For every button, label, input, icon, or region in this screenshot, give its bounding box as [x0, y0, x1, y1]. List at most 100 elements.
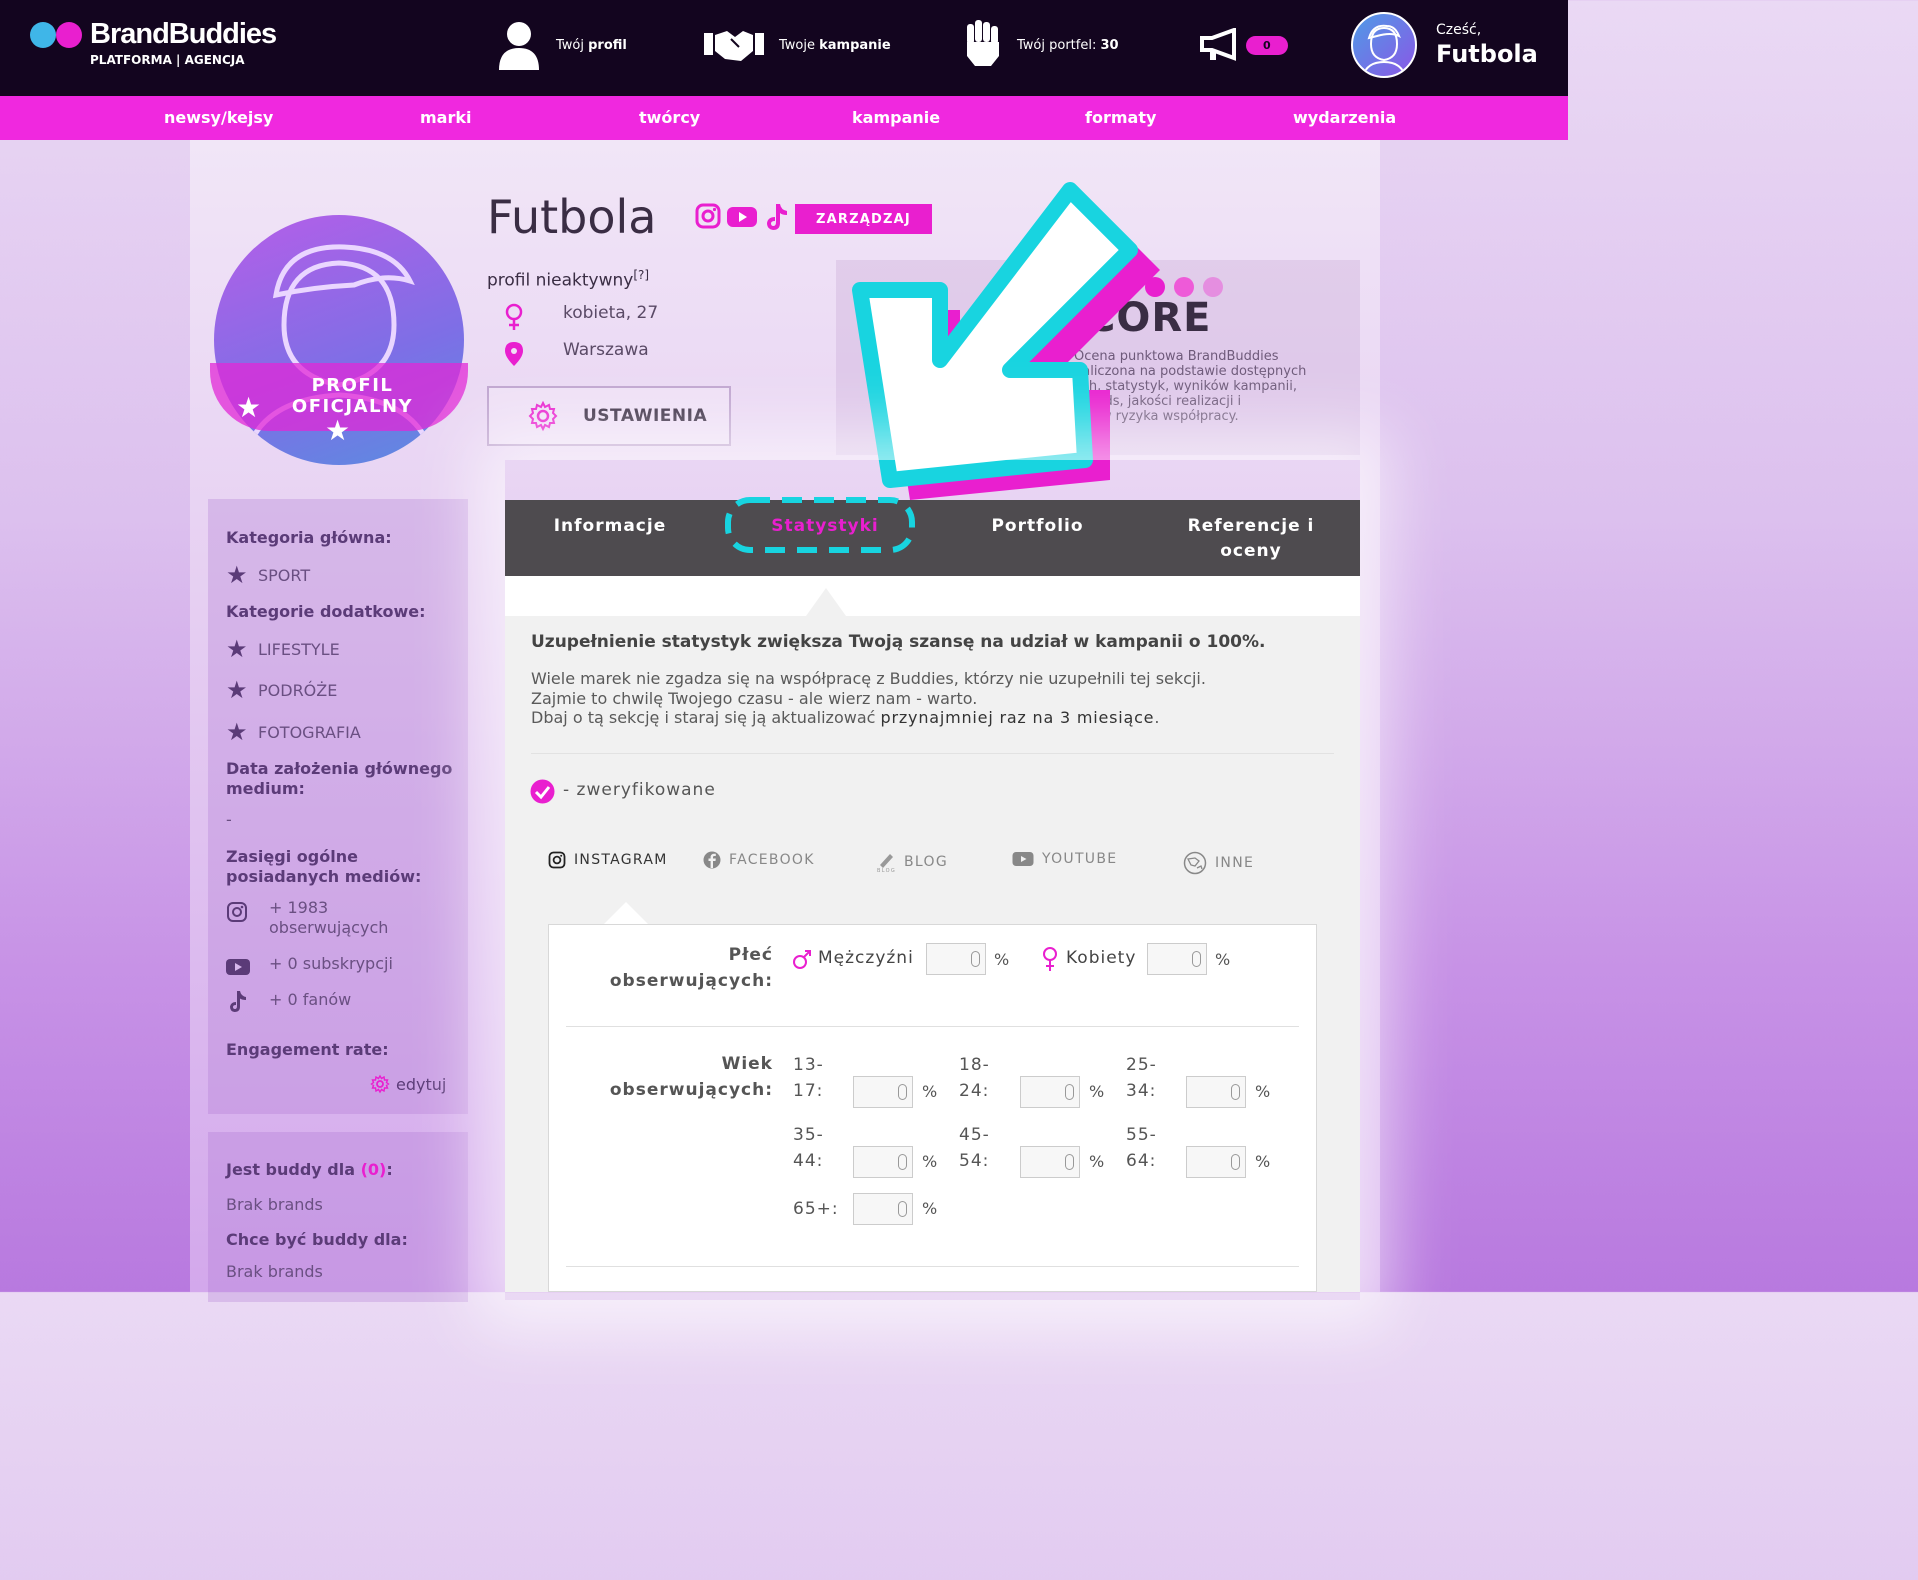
stats-line-1: Wiele marek nie zgadza się na współpracę… — [531, 669, 1206, 688]
handshake-icon — [704, 31, 764, 61]
highlight-outline — [725, 497, 915, 553]
your-profile-label: Twój profil — [556, 37, 627, 53]
top-header: BrandBuddies PLATFORMA | AGENCJA Twój pr… — [0, 0, 1568, 96]
facebook-icon — [703, 851, 721, 869]
star-icon: ★ — [226, 718, 248, 746]
extra-category: ★ PODRÓŻE — [226, 676, 338, 704]
buddy-for-label: Jest buddy dla (0): — [226, 1160, 393, 1179]
men-percent-input[interactable] — [926, 943, 986, 975]
fist-icon — [967, 20, 999, 66]
stats-line-2: Zajmie to chwilę Twojego czasu - ale wie… — [531, 689, 978, 708]
brand-subtitle: PLATFORMA | AGENCJA — [90, 53, 245, 67]
media-tab-facebook[interactable]: FACEBOOK — [703, 851, 815, 869]
age-25-34-input[interactable] — [1186, 1076, 1246, 1108]
age-65-plus-input[interactable] — [853, 1193, 913, 1225]
city: Warszawa — [563, 340, 649, 360]
nav-formats[interactable]: formaty — [1085, 108, 1156, 127]
divider — [566, 1026, 1299, 1027]
want-buddy-label: Chce być buddy dla: — [226, 1230, 408, 1249]
reach-instagram: + 1983 obserwujących — [269, 898, 389, 937]
social-icons — [694, 202, 790, 232]
nav-creators[interactable]: twórcy — [639, 108, 700, 127]
nav-news[interactable]: newsy/kejsy — [164, 108, 273, 127]
blog-icon: BLOG — [877, 854, 896, 873]
username[interactable]: Futbola — [1436, 40, 1538, 68]
content-top — [505, 576, 1360, 616]
percent-sign: % — [922, 1199, 938, 1218]
edit-engagement-link[interactable]: edytuj — [370, 1074, 446, 1094]
instagram-icon[interactable] — [694, 202, 722, 230]
percent-sign: % — [1215, 950, 1231, 969]
star-icon: ★ — [226, 561, 248, 589]
your-campaigns-label: Twoje kampanie — [779, 37, 891, 53]
check-circle-icon — [530, 779, 555, 804]
gear-icon — [370, 1074, 390, 1094]
reach-youtube: + 0 subskrypcji — [269, 954, 393, 973]
women-percent-input[interactable] — [1147, 943, 1207, 975]
age-range-label: 13- 17: — [793, 1055, 824, 1101]
stats-headline: Uzupełnienie statystyk zwiększa Twoją sz… — [531, 632, 1266, 652]
nav-events[interactable]: wydarzenia — [1293, 108, 1396, 127]
media-tab-other[interactable]: INNE — [1183, 851, 1254, 875]
main-category-label: Kategoria główna: — [226, 528, 392, 547]
age-45-54-input[interactable] — [1020, 1146, 1080, 1178]
age-label: Wiek obserwujących: — [609, 1054, 773, 1100]
gear-icon — [528, 400, 558, 432]
percent-sign: % — [1255, 1082, 1271, 1101]
reach-tiktok: + 0 fanów — [269, 990, 352, 1009]
star-icon: ★ — [226, 676, 248, 704]
status-help-link[interactable]: [?] — [633, 268, 649, 282]
wallet-label: Twój portfel: 30 — [1017, 37, 1119, 53]
female-icon — [505, 303, 523, 330]
age-range-label: 45- 54: — [959, 1125, 990, 1171]
age-range-label: 25- 34: — [1126, 1055, 1157, 1101]
youtube-icon — [226, 959, 250, 975]
media-tab-instagram[interactable]: INSTAGRAM — [548, 851, 668, 869]
tiktok-icon — [230, 991, 246, 1012]
user-icon — [499, 22, 539, 70]
buddy-for-value: Brak brands — [226, 1195, 323, 1214]
extra-category: ★ FOTOGRAFIA — [226, 718, 361, 746]
tab-references[interactable]: Referencje i oceny — [1175, 514, 1327, 564]
location-pin-icon — [505, 342, 523, 366]
youtube-icon[interactable] — [726, 202, 758, 230]
female-icon — [1043, 947, 1057, 971]
media-tab-blog[interactable]: BLOG BLOG — [876, 851, 948, 873]
gender-age: kobieta, 27 — [563, 303, 659, 323]
age-55-64-input[interactable] — [1186, 1146, 1246, 1178]
nav-your-profile[interactable]: Twój profil — [496, 20, 627, 70]
age-range-label: 35- 44: — [793, 1125, 824, 1171]
stats-line-3: Dbaj o tą sekcję i staraj się ją aktuali… — [531, 708, 1160, 727]
notifications-button[interactable]: 0 — [1200, 20, 1288, 70]
tab-portfolio[interactable]: Portfolio — [970, 514, 1105, 539]
age-18-24-input[interactable] — [1020, 1076, 1080, 1108]
percent-sign: % — [994, 950, 1010, 969]
arrow-pointer-icon — [852, 182, 1160, 500]
gender-label: Płeć obserwujących: — [609, 945, 773, 991]
main-nav: newsy/kejsy marki twórcy kampanie format… — [0, 96, 1568, 140]
svg-text:BLOG: BLOG — [877, 868, 896, 873]
reach-label: Zasięgi ogólne posiadanych mediów: — [226, 847, 422, 886]
nav-your-wallet[interactable]: Twój portfel: 30 — [965, 20, 1119, 70]
age-13-17-input[interactable] — [853, 1076, 913, 1108]
tab-information[interactable]: Informacje — [545, 514, 675, 539]
divider — [566, 1266, 1299, 1267]
percent-sign: % — [1089, 1082, 1105, 1101]
nav-your-campaigns[interactable]: Twoje kampanie — [703, 20, 891, 70]
greeting: Cześć, — [1436, 22, 1482, 38]
percent-sign: % — [922, 1152, 938, 1171]
nav-brands[interactable]: marki — [420, 108, 471, 127]
star-icon: ★ — [236, 391, 262, 424]
nav-campaigns[interactable]: kampanie — [852, 108, 940, 127]
user-avatar[interactable] — [1351, 12, 1417, 78]
age-35-44-input[interactable] — [853, 1146, 913, 1178]
settings-button[interactable]: USTAWIENIA — [487, 386, 731, 446]
extra-category: ★ LIFESTYLE — [226, 635, 340, 663]
instagram-icon — [227, 902, 247, 922]
tab-pointer — [806, 588, 846, 616]
profile-name: Futbola — [487, 190, 657, 244]
tiktok-icon[interactable] — [762, 202, 790, 232]
percent-sign: % — [1255, 1152, 1271, 1171]
media-tab-youtube[interactable]: YOUTUBE — [1012, 851, 1117, 867]
founded-label: Data założenia głównego medium: — [226, 759, 453, 798]
